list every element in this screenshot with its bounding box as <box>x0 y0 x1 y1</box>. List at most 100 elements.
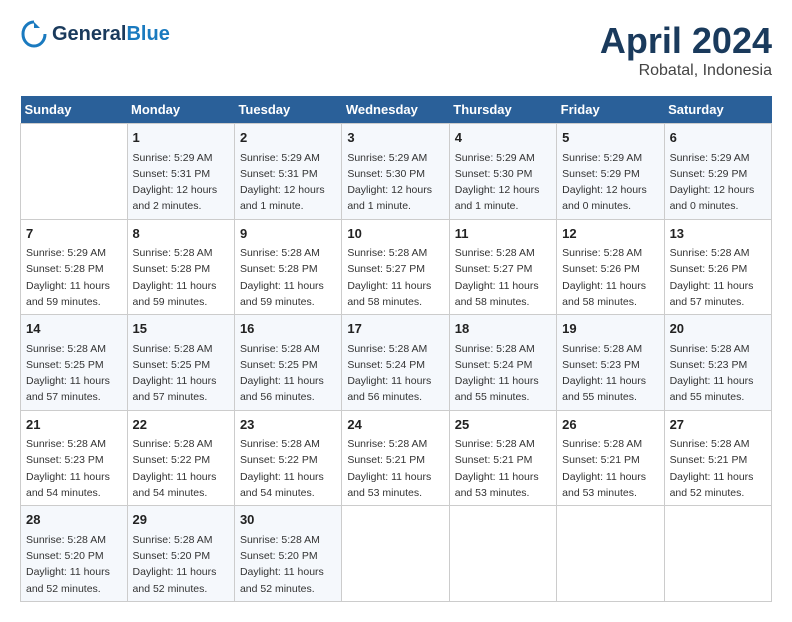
calendar-cell: 15Sunrise: 5:28 AM Sunset: 5:25 PM Dayli… <box>127 315 234 411</box>
calendar-table: SundayMondayTuesdayWednesdayThursdayFrid… <box>20 96 772 602</box>
day-info: Sunrise: 5:29 AM Sunset: 5:29 PM Dayligh… <box>670 150 766 215</box>
day-number: 20 <box>670 319 766 339</box>
day-info: Sunrise: 5:28 AM Sunset: 5:21 PM Dayligh… <box>455 436 551 501</box>
day-number: 27 <box>670 415 766 435</box>
day-number: 21 <box>26 415 122 435</box>
col-header-sunday: Sunday <box>21 96 128 124</box>
calendar-cell: 11Sunrise: 5:28 AM Sunset: 5:27 PM Dayli… <box>449 219 556 315</box>
day-info: Sunrise: 5:28 AM Sunset: 5:20 PM Dayligh… <box>133 532 229 597</box>
calendar-cell: 18Sunrise: 5:28 AM Sunset: 5:24 PM Dayli… <box>449 315 556 411</box>
logo-text: GeneralBlue <box>52 23 170 45</box>
calendar-cell: 2Sunrise: 5:29 AM Sunset: 5:31 PM Daylig… <box>234 124 341 220</box>
week-row-3: 14Sunrise: 5:28 AM Sunset: 5:25 PM Dayli… <box>21 315 772 411</box>
day-info: Sunrise: 5:28 AM Sunset: 5:28 PM Dayligh… <box>240 245 336 310</box>
day-info: Sunrise: 5:28 AM Sunset: 5:21 PM Dayligh… <box>347 436 443 501</box>
day-info: Sunrise: 5:28 AM Sunset: 5:20 PM Dayligh… <box>240 532 336 597</box>
calendar-cell: 27Sunrise: 5:28 AM Sunset: 5:21 PM Dayli… <box>664 410 771 506</box>
day-info: Sunrise: 5:28 AM Sunset: 5:26 PM Dayligh… <box>562 245 658 310</box>
day-number: 10 <box>347 224 443 244</box>
day-number: 4 <box>455 128 551 148</box>
calendar-cell: 26Sunrise: 5:28 AM Sunset: 5:21 PM Dayli… <box>557 410 664 506</box>
day-number: 23 <box>240 415 336 435</box>
calendar-cell <box>449 506 556 602</box>
calendar-cell: 6Sunrise: 5:29 AM Sunset: 5:29 PM Daylig… <box>664 124 771 220</box>
day-info: Sunrise: 5:28 AM Sunset: 5:25 PM Dayligh… <box>26 341 122 406</box>
day-info: Sunrise: 5:28 AM Sunset: 5:28 PM Dayligh… <box>133 245 229 310</box>
day-number: 25 <box>455 415 551 435</box>
week-row-4: 21Sunrise: 5:28 AM Sunset: 5:23 PM Dayli… <box>21 410 772 506</box>
day-info: Sunrise: 5:29 AM Sunset: 5:30 PM Dayligh… <box>347 150 443 215</box>
day-number: 15 <box>133 319 229 339</box>
col-header-thursday: Thursday <box>449 96 556 124</box>
day-info: Sunrise: 5:28 AM Sunset: 5:23 PM Dayligh… <box>670 341 766 406</box>
day-number: 6 <box>670 128 766 148</box>
day-number: 1 <box>133 128 229 148</box>
calendar-cell <box>21 124 128 220</box>
day-number: 8 <box>133 224 229 244</box>
main-title: April 2024 <box>600 20 772 62</box>
calendar-cell: 29Sunrise: 5:28 AM Sunset: 5:20 PM Dayli… <box>127 506 234 602</box>
day-number: 13 <box>670 224 766 244</box>
calendar-cell: 22Sunrise: 5:28 AM Sunset: 5:22 PM Dayli… <box>127 410 234 506</box>
calendar-cell: 7Sunrise: 5:29 AM Sunset: 5:28 PM Daylig… <box>21 219 128 315</box>
calendar-cell: 17Sunrise: 5:28 AM Sunset: 5:24 PM Dayli… <box>342 315 449 411</box>
calendar-cell <box>557 506 664 602</box>
calendar-cell: 5Sunrise: 5:29 AM Sunset: 5:29 PM Daylig… <box>557 124 664 220</box>
day-info: Sunrise: 5:29 AM Sunset: 5:29 PM Dayligh… <box>562 150 658 215</box>
day-number: 29 <box>133 510 229 530</box>
week-row-5: 28Sunrise: 5:28 AM Sunset: 5:20 PM Dayli… <box>21 506 772 602</box>
title-block: April 2024 Robatal, Indonesia <box>600 20 772 80</box>
day-info: Sunrise: 5:28 AM Sunset: 5:25 PM Dayligh… <box>133 341 229 406</box>
day-info: Sunrise: 5:28 AM Sunset: 5:20 PM Dayligh… <box>26 532 122 597</box>
day-info: Sunrise: 5:29 AM Sunset: 5:31 PM Dayligh… <box>240 150 336 215</box>
logo: GeneralBlue <box>20 20 170 48</box>
day-info: Sunrise: 5:28 AM Sunset: 5:26 PM Dayligh… <box>670 245 766 310</box>
day-number: 7 <box>26 224 122 244</box>
calendar-cell: 30Sunrise: 5:28 AM Sunset: 5:20 PM Dayli… <box>234 506 341 602</box>
day-info: Sunrise: 5:29 AM Sunset: 5:28 PM Dayligh… <box>26 245 122 310</box>
subtitle: Robatal, Indonesia <box>600 62 772 80</box>
calendar-cell: 1Sunrise: 5:29 AM Sunset: 5:31 PM Daylig… <box>127 124 234 220</box>
day-info: Sunrise: 5:28 AM Sunset: 5:23 PM Dayligh… <box>562 341 658 406</box>
calendar-cell: 9Sunrise: 5:28 AM Sunset: 5:28 PM Daylig… <box>234 219 341 315</box>
calendar-cell: 4Sunrise: 5:29 AM Sunset: 5:30 PM Daylig… <box>449 124 556 220</box>
day-number: 28 <box>26 510 122 530</box>
calendar-cell: 25Sunrise: 5:28 AM Sunset: 5:21 PM Dayli… <box>449 410 556 506</box>
day-info: Sunrise: 5:28 AM Sunset: 5:23 PM Dayligh… <box>26 436 122 501</box>
day-info: Sunrise: 5:28 AM Sunset: 5:22 PM Dayligh… <box>240 436 336 501</box>
day-info: Sunrise: 5:28 AM Sunset: 5:21 PM Dayligh… <box>670 436 766 501</box>
day-number: 26 <box>562 415 658 435</box>
day-info: Sunrise: 5:29 AM Sunset: 5:30 PM Dayligh… <box>455 150 551 215</box>
day-number: 30 <box>240 510 336 530</box>
day-number: 2 <box>240 128 336 148</box>
day-number: 11 <box>455 224 551 244</box>
page-header: GeneralBlue April 2024 Robatal, Indonesi… <box>20 20 772 80</box>
calendar-cell: 16Sunrise: 5:28 AM Sunset: 5:25 PM Dayli… <box>234 315 341 411</box>
col-header-monday: Monday <box>127 96 234 124</box>
day-info: Sunrise: 5:29 AM Sunset: 5:31 PM Dayligh… <box>133 150 229 215</box>
day-number: 24 <box>347 415 443 435</box>
day-number: 18 <box>455 319 551 339</box>
calendar-cell: 20Sunrise: 5:28 AM Sunset: 5:23 PM Dayli… <box>664 315 771 411</box>
column-headers: SundayMondayTuesdayWednesdayThursdayFrid… <box>21 96 772 124</box>
calendar-cell: 23Sunrise: 5:28 AM Sunset: 5:22 PM Dayli… <box>234 410 341 506</box>
col-header-wednesday: Wednesday <box>342 96 449 124</box>
day-number: 19 <box>562 319 658 339</box>
day-number: 16 <box>240 319 336 339</box>
day-info: Sunrise: 5:28 AM Sunset: 5:27 PM Dayligh… <box>347 245 443 310</box>
day-number: 22 <box>133 415 229 435</box>
day-info: Sunrise: 5:28 AM Sunset: 5:27 PM Dayligh… <box>455 245 551 310</box>
day-number: 5 <box>562 128 658 148</box>
calendar-cell: 10Sunrise: 5:28 AM Sunset: 5:27 PM Dayli… <box>342 219 449 315</box>
calendar-cell: 3Sunrise: 5:29 AM Sunset: 5:30 PM Daylig… <box>342 124 449 220</box>
week-row-2: 7Sunrise: 5:29 AM Sunset: 5:28 PM Daylig… <box>21 219 772 315</box>
day-number: 12 <box>562 224 658 244</box>
day-number: 3 <box>347 128 443 148</box>
calendar-cell: 14Sunrise: 5:28 AM Sunset: 5:25 PM Dayli… <box>21 315 128 411</box>
calendar-cell: 12Sunrise: 5:28 AM Sunset: 5:26 PM Dayli… <box>557 219 664 315</box>
logo-icon <box>20 20 48 48</box>
day-number: 9 <box>240 224 336 244</box>
calendar-cell <box>342 506 449 602</box>
day-info: Sunrise: 5:28 AM Sunset: 5:21 PM Dayligh… <box>562 436 658 501</box>
calendar-cell: 28Sunrise: 5:28 AM Sunset: 5:20 PM Dayli… <box>21 506 128 602</box>
